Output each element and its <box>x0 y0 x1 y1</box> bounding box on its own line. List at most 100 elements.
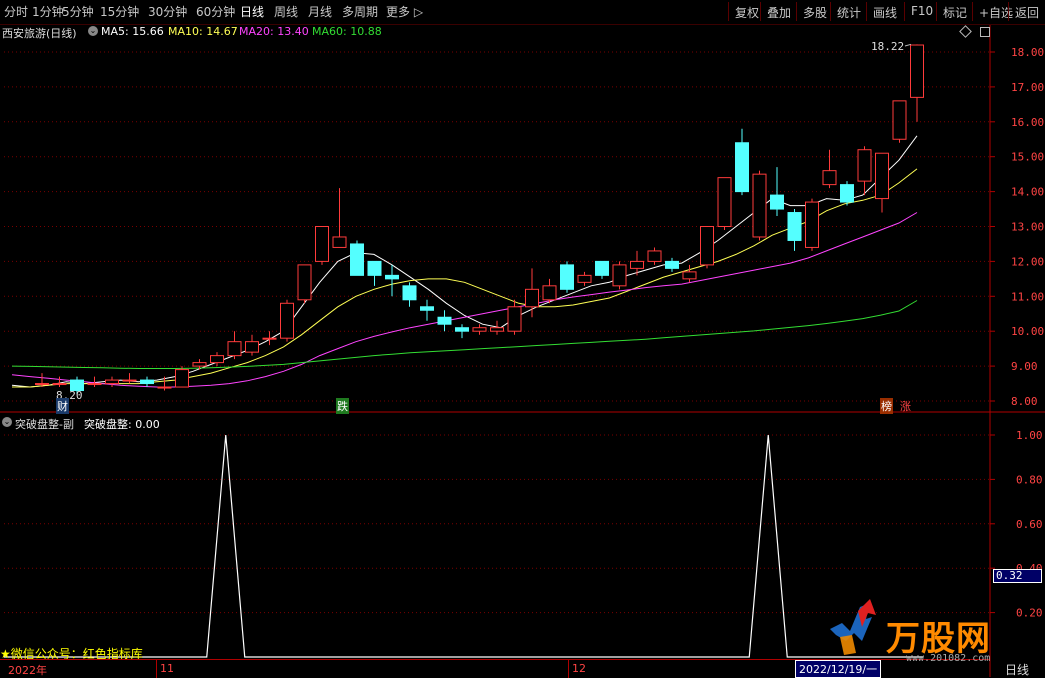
candle-body <box>402 285 417 301</box>
stock-name[interactable]: 西安旅游(日线) <box>2 25 77 41</box>
toolbar-button-1[interactable]: 叠加 <box>760 2 797 21</box>
watermark-url: www.201082.com <box>906 653 991 664</box>
indicator-axis: 0.200.400.600.801.00 <box>990 429 1043 620</box>
candle <box>507 299 522 335</box>
panel-square-icon[interactable] <box>980 27 990 37</box>
high-price-label: 18.22 <box>871 40 905 53</box>
toolbar-button-5[interactable]: F10 <box>904 2 939 21</box>
ma-line-ma20 <box>11 212 918 388</box>
candle-body <box>455 327 469 332</box>
period-toolbar: 分时 1分钟 5分钟 15分钟 30分钟 60分钟 日线 周线 月线 多周期 更多 ▷ 复权 叠加 多股统… <box>0 0 1045 25</box>
price-tick-label: 8.00 <box>1011 395 1038 408</box>
candle <box>647 247 662 265</box>
toolbar-button-3[interactable]: 统计 <box>830 2 867 21</box>
toolbar-button-6[interactable]: 标记 <box>936 2 973 21</box>
price-tick-label: 18.00 <box>1011 46 1044 59</box>
candle <box>577 271 592 286</box>
legend-toggle-icon[interactable]: ⌄ <box>88 26 98 36</box>
candle <box>455 324 469 339</box>
candle <box>717 177 732 230</box>
period-3[interactable]: 15分钟 <box>100 3 139 20</box>
candle-body <box>280 302 294 339</box>
period-9[interactable]: 多周期 <box>342 3 378 20</box>
candle-body <box>682 271 697 280</box>
candle-body <box>577 274 592 283</box>
main-grid <box>0 25 1045 677</box>
candle <box>892 100 907 143</box>
period-7[interactable]: 周线 <box>274 3 298 20</box>
candle-body <box>507 306 522 332</box>
period-2[interactable]: 5分钟 <box>62 3 94 20</box>
candle-body <box>875 152 889 200</box>
price-tick-label: 13.00 <box>1011 221 1044 234</box>
candle <box>787 209 802 251</box>
candle-body <box>840 184 854 203</box>
candle-body <box>52 383 67 386</box>
candle <box>525 268 539 318</box>
watermark-logo: 万股网 www.201082.com <box>822 597 1022 667</box>
stock-chart[interactable]: 8.00 9.00 10.00 11.00 12.00 13.00 14.00 15.00 16… <box>0 0 1045 677</box>
period-0[interactable]: 分时 <box>4 3 28 20</box>
candle <box>35 373 49 388</box>
indicator-tick-label: 1.00 <box>1016 429 1043 442</box>
candle <box>700 226 714 269</box>
candle-body <box>420 306 434 311</box>
marker-cai[interactable]: 财 <box>56 398 69 414</box>
candle <box>227 331 242 360</box>
candle-body <box>700 226 714 266</box>
candle <box>350 240 364 276</box>
candle <box>402 282 417 307</box>
period-6[interactable]: 日线 <box>240 3 264 20</box>
candle-body <box>910 44 924 98</box>
candle <box>822 149 837 189</box>
ma-line-ma60 <box>11 300 918 369</box>
candle-body <box>87 383 102 386</box>
candle-body <box>122 379 137 382</box>
toolbar-button-4[interactable]: 画线 <box>866 2 903 21</box>
candle <box>367 260 382 286</box>
candle-body <box>665 260 679 269</box>
price-axis: 8.00 9.00 10.00 11.00 12.00 13.00 14.00 15.00 16… <box>990 46 1044 408</box>
candle-body <box>140 379 154 385</box>
cursor-value-box: 0.32 <box>993 569 1042 583</box>
indicator-tick-label: 0.60 <box>1016 518 1043 531</box>
candle-body <box>297 264 312 301</box>
period-1[interactable]: 1分钟 <box>32 3 64 20</box>
period-5[interactable]: 60分钟 <box>196 3 235 20</box>
price-tick-label: 14.00 <box>1011 186 1044 199</box>
candle <box>875 152 889 213</box>
candle-body <box>210 355 224 364</box>
candle <box>315 226 329 265</box>
marker-zhang[interactable]: 涨 <box>899 398 912 414</box>
candle-body <box>227 341 242 357</box>
indicator-line <box>4 434 923 658</box>
candle-body <box>105 379 119 385</box>
candle <box>840 181 854 206</box>
period-4[interactable]: 30分钟 <box>148 3 187 20</box>
price-tick-label: 11.00 <box>1011 290 1044 303</box>
period-10[interactable]: 更多 ▷ <box>386 3 423 20</box>
toolbar-button-2[interactable]: 多股 <box>796 2 833 21</box>
candle-body <box>367 260 382 276</box>
candle-body <box>560 264 574 290</box>
candle <box>612 261 627 290</box>
candle-body <box>822 170 837 186</box>
candle <box>805 198 819 251</box>
toolbar-button-8[interactable]: 返回 <box>1008 2 1045 21</box>
indicator-toggle-icon[interactable]: ⌄ <box>2 417 12 427</box>
candle <box>420 299 434 321</box>
marker-bang[interactable]: 榜 <box>880 398 893 414</box>
indicator-grid <box>4 434 990 614</box>
candle-body <box>490 327 504 332</box>
candle <box>297 264 312 304</box>
candle-body <box>262 337 277 340</box>
candle <box>595 260 609 279</box>
candle <box>175 366 189 388</box>
indicator-polyline <box>4 434 923 658</box>
indicator-title[interactable]: 突破盘整-副 <box>15 416 74 432</box>
marker-die[interactable]: 跌 <box>336 398 349 414</box>
candlesticks[interactable] <box>35 43 924 395</box>
price-tick-label: 10.00 <box>1011 325 1044 338</box>
period-8[interactable]: 月线 <box>308 3 332 20</box>
candle-body <box>630 260 644 269</box>
